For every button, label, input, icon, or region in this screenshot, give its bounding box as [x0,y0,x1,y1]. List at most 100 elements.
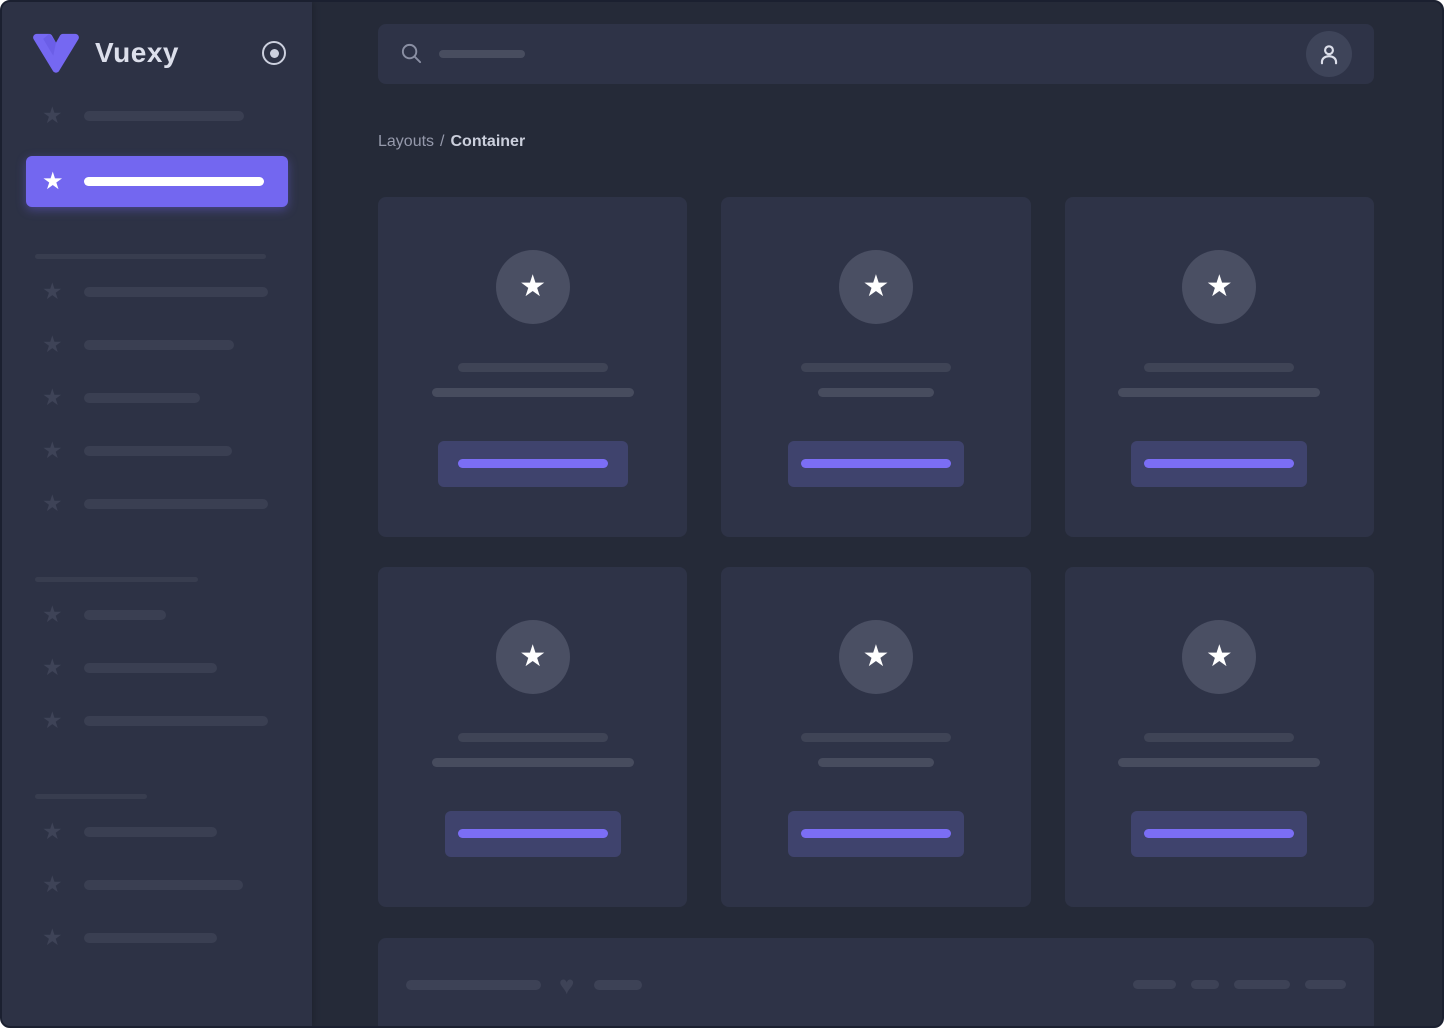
card-action-button[interactable] [1131,810,1308,857]
sidebar-item[interactable]: ★ [2,424,312,477]
star-icon: ★ [42,871,63,897]
card-text-skeleton [1118,387,1321,397]
menu-label-skeleton [84,110,244,121]
menu-label-skeleton [84,339,234,350]
menu-label-skeleton [84,498,268,509]
footer: ♥ [378,937,1374,1026]
menu-label-skeleton [84,177,264,186]
card-action-button[interactable] [1131,440,1308,487]
card-text-skeleton [817,387,934,397]
footer-row: ♥ [406,972,1346,998]
cards-grid: ★ ★ ★ ★ ★ ★ [378,196,1374,907]
breadcrumb-layouts[interactable]: Layouts [378,133,434,150]
sidebar-item[interactable]: ★ [2,89,312,142]
menu-label-skeleton [84,286,268,297]
search-placeholder-skeleton [439,49,525,58]
star-icon: ★ [519,269,547,303]
card-action-button[interactable] [787,440,964,487]
sidebar-item[interactable]: ★ [2,588,312,641]
sidebar-header: Vuexy [2,2,312,74]
star-icon: ★ [42,490,63,516]
card-avatar-circle: ★ [838,249,913,324]
breadcrumb-current: Container [450,132,526,150]
card-action-button[interactable] [787,810,964,857]
menu-label-skeleton [84,879,243,890]
button-label-skeleton [800,459,951,469]
user-avatar[interactable] [1306,30,1352,77]
menu-label-skeleton [84,715,268,726]
sidebar-toggle-icon[interactable] [262,41,286,65]
sidebar-item[interactable]: ★ [2,858,312,911]
star-icon: ★ [42,654,63,680]
card-text-skeleton [431,757,634,767]
button-label-skeleton [457,459,608,469]
footer-link-skeleton [1305,980,1346,990]
search-icon [401,44,422,64]
card-action-button[interactable] [444,810,621,857]
sidebar: Vuexy ★ ★ ★ ★ ★ ★ ★ ★ ★ ★ ★ ★ ★ [2,2,312,1026]
star-icon: ★ [42,437,63,463]
card-avatar-circle: ★ [495,249,570,324]
sidebar-item[interactable]: ★ [2,805,312,858]
button-label-skeleton [1144,459,1295,469]
star-icon: ★ [42,818,63,844]
card-avatar-circle: ★ [1182,619,1257,694]
footer-links [1133,980,1346,990]
star-icon: ★ [1205,639,1233,673]
card-text-skeleton [1118,757,1321,767]
card-avatar-circle: ★ [838,619,913,694]
card: ★ [721,566,1031,907]
footer-link-skeleton [1234,980,1290,990]
breadcrumb-separator: / [440,132,445,150]
sidebar-item-active[interactable]: ★ [26,156,288,207]
card-avatar-circle: ★ [1182,249,1257,324]
section-header-skeleton [35,794,147,799]
card: ★ [378,566,688,907]
menu-label-skeleton [84,445,232,456]
section-header-skeleton [35,254,266,259]
star-icon: ★ [42,924,63,950]
star-icon: ★ [862,639,890,673]
star-icon: ★ [42,278,63,304]
heart-icon: ♥ [559,969,575,1000]
card-avatar-circle: ★ [495,619,570,694]
sidebar-item[interactable]: ★ [2,477,312,530]
menu-label-skeleton [84,826,217,837]
button-label-skeleton [457,829,608,839]
star-icon: ★ [42,707,63,733]
sidebar-item[interactable]: ★ [2,371,312,424]
person-icon [1320,44,1338,65]
button-label-skeleton [800,829,951,839]
footer-text-skeleton [594,979,643,990]
star-icon: ★ [519,639,547,673]
menu-label-skeleton [84,662,217,673]
star-icon: ★ [42,331,63,357]
star-icon: ★ [1205,269,1233,303]
card-title-skeleton [1144,732,1295,742]
vuexy-logo-icon [33,33,79,73]
toggle-dot [269,48,279,58]
button-label-skeleton [1144,829,1295,839]
sidebar-item[interactable]: ★ [2,641,312,694]
card-action-button[interactable] [437,440,628,487]
card-title-skeleton [1144,362,1295,372]
card-title-skeleton [800,362,951,372]
card: ★ [1064,566,1374,907]
breadcrumb: Layouts / Container [378,133,1374,151]
sidebar-item[interactable]: ★ [2,265,312,318]
sidebar-item[interactable]: ★ [2,911,312,964]
search-input[interactable] [378,24,1374,84]
card: ★ [1064,196,1374,537]
menu-label-skeleton [84,609,166,620]
card-title-skeleton [457,362,608,372]
star-icon: ★ [42,384,63,410]
star-icon: ★ [862,269,890,303]
footer-text-skeleton [406,979,541,990]
star-icon: ★ [42,167,64,195]
sidebar-item[interactable]: ★ [2,694,312,747]
app-window: Vuexy ★ ★ ★ ★ ★ ★ ★ ★ ★ ★ ★ ★ ★ Layouts … [0,0,1444,1028]
footer-link-skeleton [1191,980,1219,990]
sidebar-item[interactable]: ★ [2,318,312,371]
menu-label-skeleton [84,392,200,403]
star-icon: ★ [42,601,63,627]
